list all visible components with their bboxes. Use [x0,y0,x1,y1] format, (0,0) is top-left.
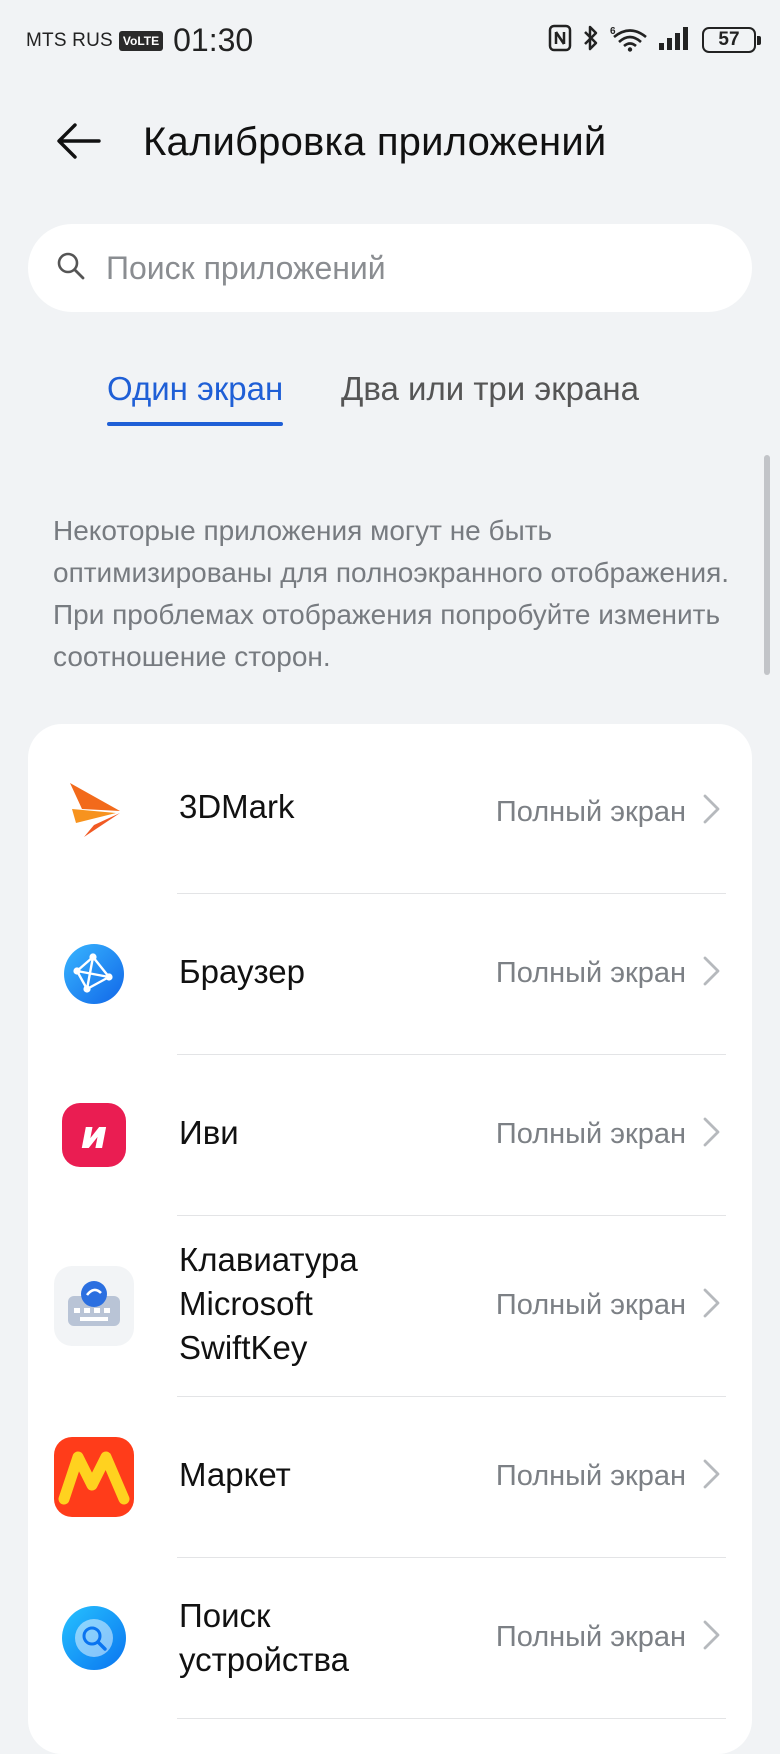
back-arrow-icon [55,121,101,165]
signal-icon [658,25,692,55]
tab-active-indicator [107,422,284,426]
app-row-3dmark[interactable]: 3DMark Полный экран [28,724,752,894]
tab-label: Два или три экрана [341,370,639,407]
3dmark-icon [54,769,134,849]
search-bar[interactable] [28,224,752,312]
app-row-swiftkey[interactable]: Клавиатура Microsoft SwiftKey Полный экр… [28,1216,752,1397]
status-right: 6 57 [548,24,761,56]
app-name: Иви [179,1114,239,1151]
chevron-right-icon [703,1459,720,1489]
app-mode-value: Полный экран [495,796,686,828]
app-list-card: 3DMark Полный экран Браузер Полный экран… [28,724,752,1754]
tab-two-three-screens[interactable]: Два или три экрана [341,370,639,408]
app-row-market[interactable]: Маркет Полный экран [28,1397,752,1558]
status-bar: MTS RUS VoLTE 01:30 6 57 [0,0,780,84]
app-name: Браузер [179,953,305,990]
chevron-right-icon [703,1288,720,1318]
chevron-right-icon [703,956,720,986]
volte-badge: VoLTE [118,30,164,51]
tab-single-screen[interactable]: Один экран [107,370,284,426]
tab-label: Один экран [107,370,284,407]
swiftkey-icon [54,1266,134,1346]
app-mode-value: Полный экран [495,1118,686,1150]
scrollbar[interactable] [764,455,770,675]
description-text: Некоторые приложения могут не быть оптим… [53,515,730,672]
app-row-browser[interactable]: Браузер Полный экран [28,894,752,1055]
bluetooth-icon [582,24,600,56]
app-name: Поиск устройства [179,1597,350,1678]
app-mode-value: Полный экран [495,1460,686,1492]
ivi-icon: и [54,1095,134,1175]
browser-icon [54,934,134,1014]
search-input[interactable] [104,248,708,288]
wifi-icon: 6 [610,24,648,56]
back-button[interactable] [50,120,106,166]
app-mode-value: Полный экран [495,1289,686,1321]
status-time: 01:30 [173,22,254,58]
chevron-right-icon [703,794,720,824]
row-divider [177,1718,726,1719]
page-title: Калибровка приложений [143,120,607,164]
app-name: Маркет [179,1456,291,1493]
chevron-right-icon [703,1620,720,1650]
carrier-name: MTS RUS [26,29,113,51]
app-row-find-device[interactable]: Поиск устройства Полный экран [28,1558,752,1719]
tab-bar: Один экран Два или три экрана [0,370,780,440]
battery-icon: 57 [702,27,761,53]
nfc-icon [548,24,572,56]
app-header: Калибровка приложений [0,102,780,182]
search-icon [56,251,86,285]
app-mode-value: Полный экран [495,957,686,989]
svg-text:и: и [81,1113,108,1157]
chevron-right-icon [703,1117,720,1147]
app-row-ivi[interactable]: и Иви Полный экран [28,1055,752,1216]
find-device-icon [54,1598,134,1678]
market-icon [54,1437,134,1517]
app-name: 3DMark [179,788,295,825]
app-mode-value: Полный экран [495,1621,686,1653]
app-name: Клавиатура Microsoft SwiftKey [179,1241,358,1366]
status-left: MTS RUS VoLTE 01:30 [26,22,253,59]
